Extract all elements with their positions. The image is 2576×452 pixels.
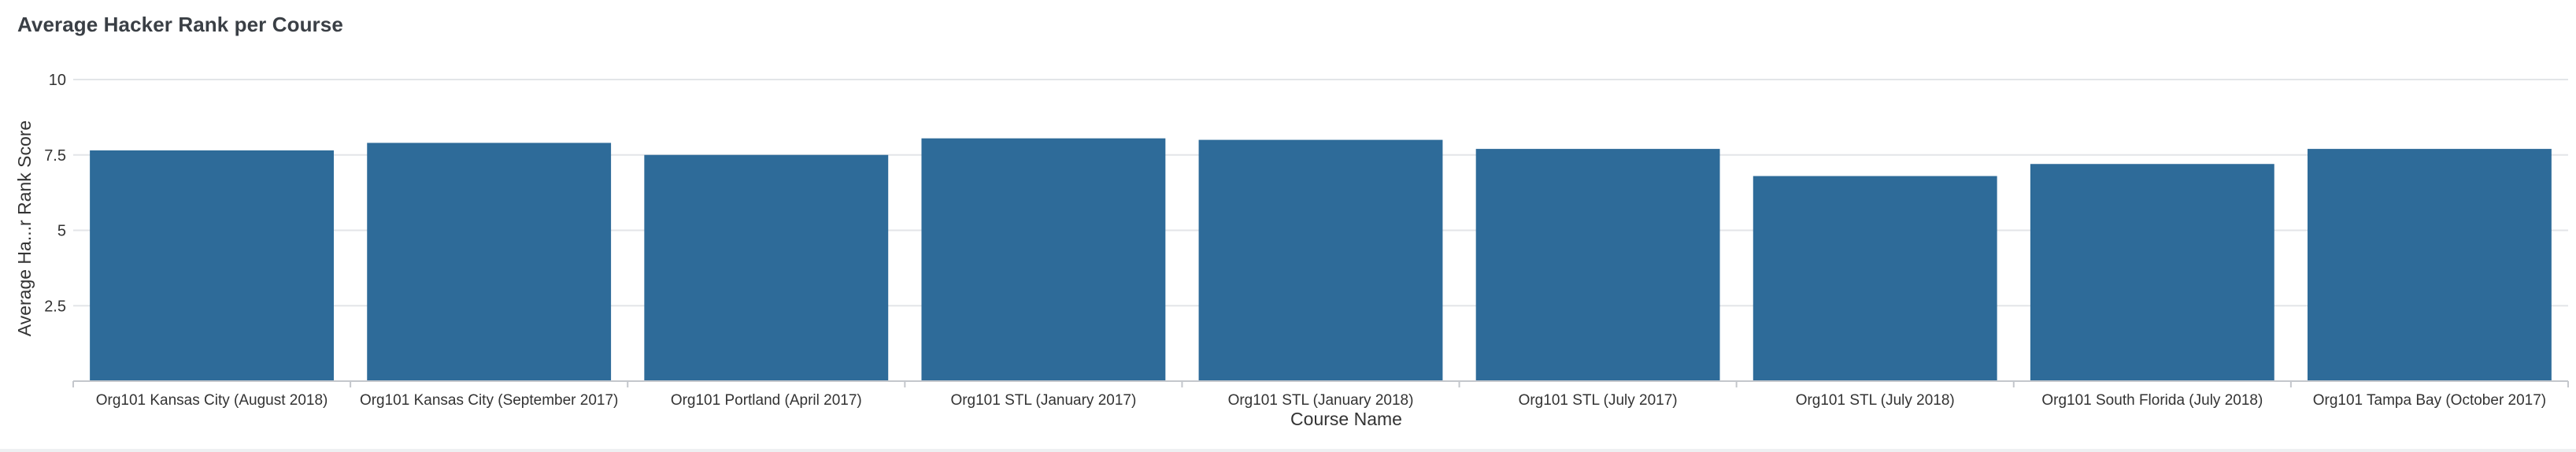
panel-bottom-border <box>0 449 2576 452</box>
bar[interactable] <box>2308 149 2552 381</box>
bar[interactable] <box>2030 164 2274 382</box>
bar[interactable] <box>1198 139 1443 381</box>
x-tick-label: Org101 STL (January 2018) <box>1228 392 1414 409</box>
x-tick-label: Org101 STL (July 2017) <box>1519 392 1678 409</box>
bar[interactable] <box>367 143 612 381</box>
y-tick-label: 2.5 <box>44 298 66 315</box>
y-tick-label: 7.5 <box>44 147 66 165</box>
x-tick-label: Org101 Kansas City (August 2018) <box>96 392 328 409</box>
x-tick-label: Org101 Tampa Bay (October 2017) <box>2313 392 2546 409</box>
x-axis-ticks: Org101 Kansas City (August 2018) Org101 K… <box>96 392 2546 409</box>
x-tick-label: Org101 Kansas City (September 2017) <box>360 392 618 409</box>
bar[interactable] <box>1475 149 1720 381</box>
x-tick-label: Org101 STL (July 2018) <box>1796 392 1955 409</box>
x-axis <box>72 380 2569 387</box>
y-axis-label: Average Ha...r Rank Score <box>14 120 35 336</box>
bar[interactable] <box>1752 176 1997 381</box>
bars <box>90 138 2552 382</box>
chart-panel: Average Hacker Rank per Course 2.5 5 7.5 10… <box>0 0 2576 452</box>
y-tick-label: 5 <box>57 223 66 240</box>
bar-chart: 2.5 5 7.5 10 Org101 Kansas City (August 201… <box>14 72 2569 429</box>
x-axis-label: Course Name <box>1290 409 1402 429</box>
x-tick-label: Org101 South Florida (July 2018) <box>2041 392 2263 409</box>
y-axis-ticks: 2.5 5 7.5 10 <box>44 72 66 315</box>
x-tick-label: Org101 Portland (April 2017) <box>671 392 862 409</box>
y-tick-label: 10 <box>49 72 66 89</box>
bar[interactable] <box>644 154 889 381</box>
bar[interactable] <box>90 150 334 381</box>
bar[interactable] <box>921 138 1166 381</box>
x-tick-label: Org101 STL (January 2017) <box>950 392 1136 409</box>
